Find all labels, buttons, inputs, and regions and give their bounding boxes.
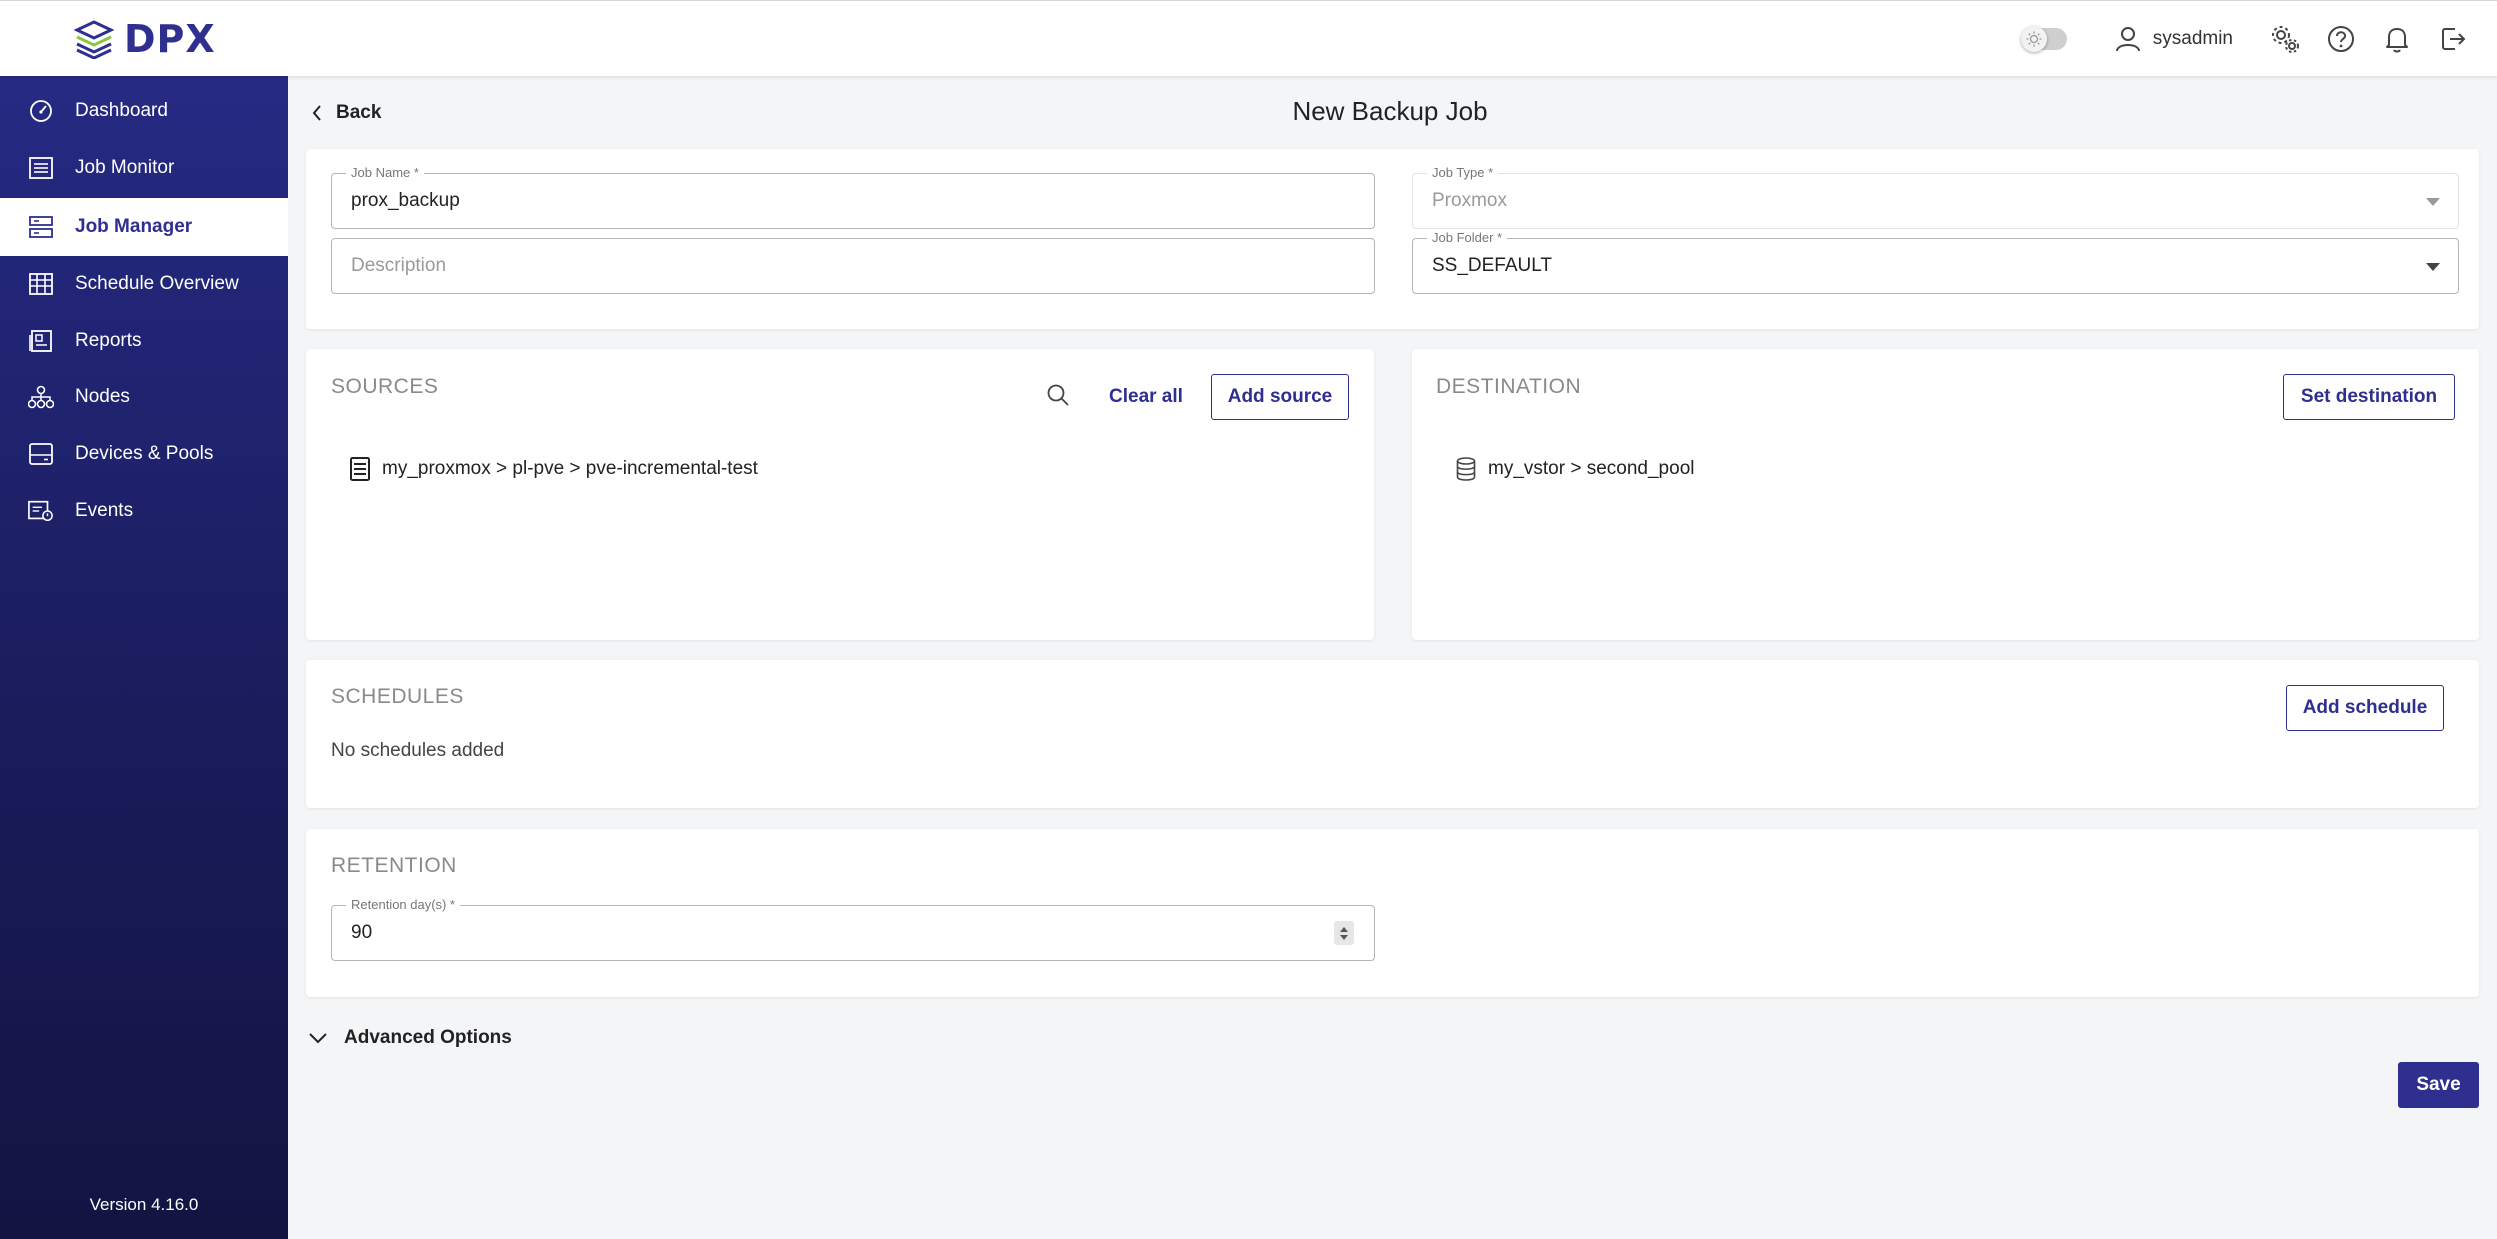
top-bar: DPX sysadmin xyxy=(0,0,2497,76)
add-schedule-button[interactable]: Add schedule xyxy=(2286,685,2444,731)
dpx-logo[interactable]: DPX xyxy=(74,17,216,61)
sidebar-item-label: Events xyxy=(75,500,134,521)
notifications-button[interactable] xyxy=(2381,23,2413,55)
version-label: Version 4.16.0 xyxy=(89,1195,199,1214)
theme-toggle[interactable] xyxy=(2020,26,2067,52)
settings-button[interactable] xyxy=(2269,23,2301,55)
chevron-left-icon xyxy=(312,105,321,121)
advanced-options-label: Advanced Options xyxy=(344,1027,512,1048)
job-type-select: Job Type * Proxmox xyxy=(1412,165,2459,229)
advanced-options-toggle[interactable]: Advanced Options xyxy=(308,1027,512,1049)
server-list-icon xyxy=(28,214,54,240)
sources-title: SOURCES xyxy=(331,375,439,398)
storage-device-icon xyxy=(28,441,54,467)
save-button[interactable]: Save xyxy=(2398,1062,2479,1108)
no-schedules-text: No schedules added xyxy=(331,740,505,761)
sidebar-item-nodes[interactable]: Nodes xyxy=(0,371,288,423)
sidebar-item-label: Schedule Overview xyxy=(75,273,239,294)
description-placeholder: Description xyxy=(351,255,447,276)
help-button[interactable] xyxy=(2325,23,2357,55)
source-item[interactable]: my_proxmox > pl-pve > pve-incremental-te… xyxy=(350,457,758,481)
set-destination-button[interactable]: Set destination xyxy=(2283,374,2455,420)
logout-icon xyxy=(2442,28,2466,50)
sidebar-item-label: Dashboard xyxy=(75,100,168,121)
sidebar-item-events[interactable]: Events xyxy=(0,485,288,537)
sources-card: SOURCES Clear all Add source my_proxmox … xyxy=(306,349,1374,640)
sidebar-item-label: Job Monitor xyxy=(75,157,175,178)
schedules-title: SCHEDULES xyxy=(331,685,464,708)
vm-server-icon xyxy=(350,457,370,481)
help-circle-icon xyxy=(2328,26,2354,52)
destination-item[interactable]: my_vstor > second_pool xyxy=(1456,457,1694,481)
retention-days-field[interactable]: Retention day(s) * 90 xyxy=(331,897,1375,961)
job-folder-select[interactable]: Job Folder * SS_DEFAULT xyxy=(1412,230,2459,294)
number-stepper[interactable] xyxy=(1334,921,1354,945)
bell-icon xyxy=(2386,28,2408,53)
database-pool-icon xyxy=(1456,457,1476,481)
destination-item-label: my_vstor > second_pool xyxy=(1488,458,1695,479)
stepper-up-icon xyxy=(1340,926,1348,932)
user-menu[interactable]: sysadmin xyxy=(2115,26,2233,52)
chevron-down-icon xyxy=(309,1033,327,1044)
sidebar-item-job-monitor[interactable]: Job Monitor xyxy=(0,142,288,194)
search-sources-button[interactable] xyxy=(1046,383,1070,412)
sidebar-item-label: Job Manager xyxy=(75,216,193,237)
sidebar-item-dashboard[interactable]: Dashboard xyxy=(0,85,288,137)
logout-button[interactable] xyxy=(2437,23,2469,55)
search-icon xyxy=(1047,384,1069,406)
sun-icon xyxy=(2026,31,2042,47)
sidebar-item-devices-pools[interactable]: Devices & Pools xyxy=(0,428,288,480)
retention-days-value: 90 xyxy=(351,922,373,943)
stepper-down-icon xyxy=(1340,934,1348,940)
retention-card: RETENTION Retention day(s) * 90 xyxy=(306,829,2479,997)
description-field[interactable]: Description xyxy=(331,238,1375,294)
sidebar-item-schedule-overview[interactable]: Schedule Overview xyxy=(0,258,288,310)
report-icon xyxy=(28,328,54,354)
add-source-button[interactable]: Add source xyxy=(1211,374,1349,420)
dashboard-gauge-icon xyxy=(28,98,54,124)
sidebar-item-job-manager[interactable]: Job Manager xyxy=(0,198,288,256)
source-item-label: my_proxmox > pl-pve > pve-incremental-te… xyxy=(382,458,758,479)
caret-down-icon xyxy=(2426,263,2440,271)
sidebar: Dashboard Job Monitor Job Manager Schedu… xyxy=(0,76,288,1239)
job-type-value: Proxmox xyxy=(1432,190,1507,211)
sidebar-item-label: Reports xyxy=(75,330,142,351)
retention-title: RETENTION xyxy=(331,854,457,877)
job-folder-value: SS_DEFAULT xyxy=(1432,255,1553,276)
sidebar-item-reports[interactable]: Reports xyxy=(0,315,288,367)
back-label: Back xyxy=(336,102,382,123)
destination-title: DESTINATION xyxy=(1436,375,1582,398)
user-icon xyxy=(2115,27,2140,52)
logo-text: DPX xyxy=(124,17,216,61)
username: sysadmin xyxy=(2152,28,2233,49)
gears-icon xyxy=(2272,26,2299,53)
list-icon xyxy=(28,155,54,181)
destination-card: DESTINATION Set destination my_vstor > s… xyxy=(1412,349,2479,640)
toggle-knob xyxy=(2020,26,2047,52)
caret-down-icon xyxy=(2426,198,2440,206)
schedules-card: SCHEDULES Add schedule No schedules adde… xyxy=(306,660,2479,808)
sidebar-item-label: Nodes xyxy=(75,386,130,407)
logo-layers-icon xyxy=(74,20,114,59)
sidebar-item-label: Devices & Pools xyxy=(75,443,214,464)
calendar-grid-icon xyxy=(28,271,54,297)
nodes-icon xyxy=(28,384,54,410)
page-title: New Backup Job xyxy=(1292,96,1488,126)
general-card: Job Name * prox_backup Description Job T… xyxy=(306,149,2479,329)
job-name-value: prox_backup xyxy=(351,190,460,211)
job-name-field[interactable]: Job Name * prox_backup xyxy=(331,165,1375,229)
clear-all-button[interactable]: Clear all xyxy=(1109,386,1183,408)
back-button[interactable]: Back xyxy=(312,102,381,124)
events-icon xyxy=(28,498,54,524)
